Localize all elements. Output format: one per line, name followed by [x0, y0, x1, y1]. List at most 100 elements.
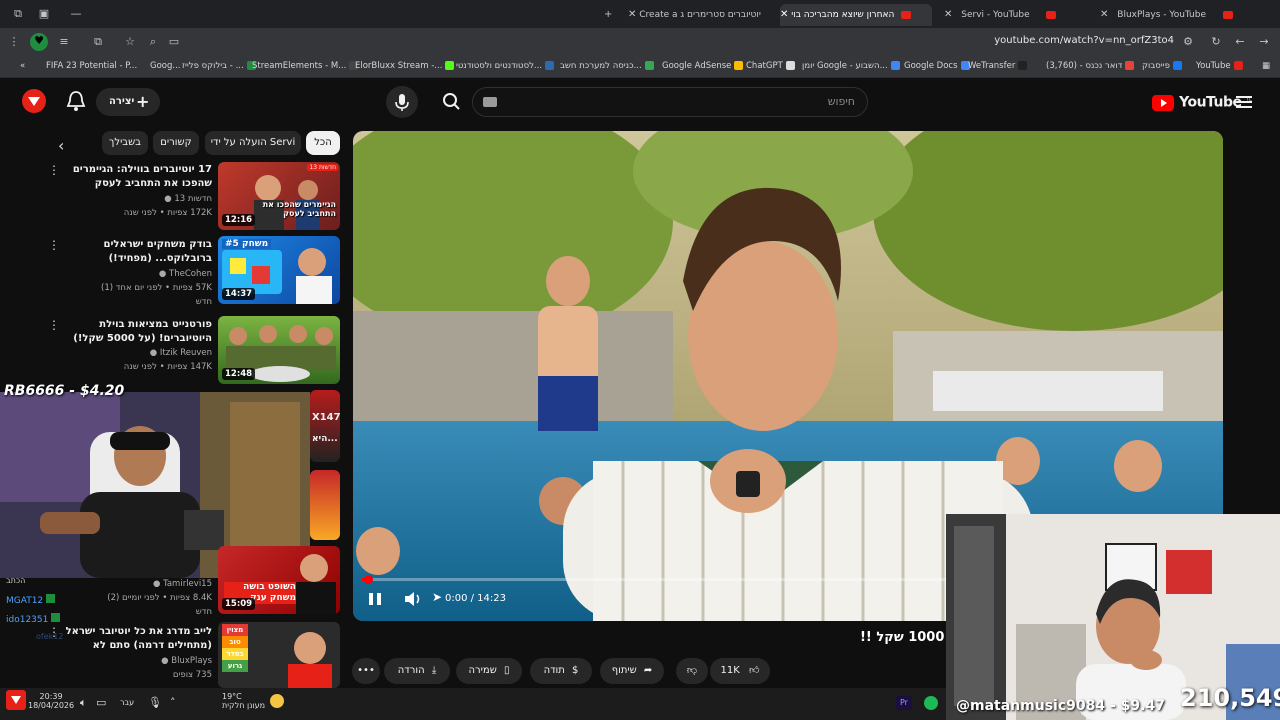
extensions-icon[interactable]: ⧉: [90, 34, 106, 50]
hamburger-menu-icon[interactable]: [1236, 94, 1252, 113]
keyboard-icon[interactable]: [483, 97, 497, 107]
more-options-icon[interactable]: ⋮: [48, 318, 60, 332]
bookmark-item[interactable]: ElorBluxx Stream -...: [355, 61, 455, 71]
notifications-bell-icon[interactable]: [66, 90, 86, 116]
chip-uploaded-by[interactable]: הועלה על ידי Servi: [205, 131, 301, 155]
channel-name[interactable]: חדשות 13 ●: [64, 194, 212, 204]
clock[interactable]: 20:39 18/04/2026: [28, 692, 74, 710]
mouse-cursor-icon: ➤: [432, 590, 443, 604]
forward-icon[interactable]: →: [1256, 34, 1272, 50]
progress-bar[interactable]: [362, 575, 948, 584]
app-icon[interactable]: [6, 690, 26, 710]
window-menu-icon[interactable]: ⧉: [10, 6, 26, 22]
video-title[interactable]: 17 יוטיוברים בווילה: הגיימרים שהפכו את ה…: [64, 163, 212, 191]
browser-tab[interactable]: ✕ BluxPlays - YouTube: [1100, 4, 1260, 26]
bookmark-item[interactable]: Goog...: [150, 61, 181, 71]
bookmark-item[interactable]: StreamElements - M...: [252, 61, 359, 71]
minimize-icon[interactable]: —: [68, 6, 84, 22]
more-actions-button[interactable]: •••: [352, 658, 380, 684]
back-icon[interactable]: ←: [1232, 34, 1248, 50]
video-title[interactable]: בודק משחקים ישראלים ברובלוקס... (מפחיד!): [64, 238, 212, 266]
bookmark-item[interactable]: FIFA 23 Potential - P...: [46, 61, 137, 71]
site-settings-icon[interactable]: ⚙: [1180, 34, 1196, 50]
network-icon[interactable]: ▭: [96, 696, 106, 709]
more-options-icon[interactable]: ⋮: [48, 238, 60, 252]
bookmark-item[interactable]: בילוקס פלייז - ...: [182, 61, 256, 71]
zoom-icon[interactable]: ⌕: [145, 34, 161, 50]
reload-icon[interactable]: ↻: [1208, 34, 1224, 50]
chip-related[interactable]: קשורים: [153, 131, 199, 155]
bookmark-icon: [644, 61, 654, 70]
new-tab-icon[interactable]: +: [604, 4, 612, 26]
bookmark-item[interactable]: YouTube: [1196, 61, 1243, 71]
speaker-icon[interactable]: 🔈︎: [80, 696, 87, 710]
video-meta: 8.4K צפיות • לפני יומיים (2): [107, 593, 212, 603]
more-options-icon[interactable]: ⋮: [48, 163, 60, 177]
media-icon[interactable]: ≡: [56, 34, 72, 50]
video-thumbnail-partial[interactable]: X147 היא...: [310, 390, 340, 462]
video-thumbnail[interactable]: מצוין טוב בסדר גרוע: [218, 622, 340, 688]
bookmark-item[interactable]: Google AdSense: [662, 61, 744, 71]
video-thumbnail[interactable]: חדשות 13 הגיימרים שהפכו את התחביב לעסק 1…: [218, 162, 340, 230]
video-title[interactable]: לייב מדרג את כל יוטיובר ישראל (מתחילים ד…: [64, 625, 212, 653]
channel-name[interactable]: Tamirlevi15 ●: [64, 579, 212, 589]
microphone-icon[interactable]: 🎙︎: [148, 696, 162, 709]
menu-dots-icon[interactable]: ⋮: [6, 34, 22, 50]
save-button[interactable]: שמירה ▯: [456, 658, 522, 684]
bookmarks-more-icon[interactable]: ▦: [1262, 61, 1270, 71]
search-button[interactable]: [436, 86, 468, 118]
bookmark-item[interactable]: WeTransfer: [968, 61, 1028, 71]
bookmark-item[interactable]: כניסה למערכת חשב...: [560, 61, 654, 71]
more-options-icon[interactable]: ⋮: [48, 625, 60, 639]
chip-all[interactable]: הכל: [306, 131, 340, 155]
browser-tab[interactable]: ✕ Servi - YouTube: [944, 4, 1094, 26]
chip-scroll-left-icon[interactable]: ‹: [58, 136, 64, 155]
bookmark-item[interactable]: Google Docs: [904, 61, 970, 71]
bookmark-item[interactable]: פייסבוק: [1142, 61, 1182, 71]
download-button[interactable]: הורדה ⤓: [384, 658, 450, 684]
channel-name[interactable]: Itzik Reuven ●: [64, 348, 212, 358]
dislike-button[interactable]: 👎︎: [676, 658, 708, 684]
tab-close-icon[interactable]: ✕: [780, 9, 788, 20]
volume-button[interactable]: [403, 590, 423, 612]
bookmark-item[interactable]: יומן Google - השבוע...: [802, 61, 900, 71]
bookmark-item[interactable]: לסטודנטים ולסטודנטי...: [456, 61, 555, 71]
video-thumbnail-partial[interactable]: [310, 470, 340, 540]
url-field[interactable]: youtube.com/watch?v=nn_orfZ3to4: [994, 35, 1174, 46]
bookmark-star-icon[interactable]: ☆: [122, 34, 138, 50]
video-thumbnail[interactable]: 12:48: [218, 316, 340, 384]
spotify-app-icon[interactable]: [924, 696, 938, 710]
tab-close-icon[interactable]: ✕: [1100, 9, 1108, 20]
video-thumbnail[interactable]: משחק #5 14:37: [218, 236, 340, 304]
tab-close-icon[interactable]: ✕: [944, 9, 952, 20]
chip-for-you[interactable]: בשבילך: [102, 131, 148, 155]
browser-tab[interactable]: ✕ Create a יוטיוברים סטרימרים ג: [628, 4, 776, 26]
video-title[interactable]: פורטנייט במציאות בוילת היוטיוברים! (על 5…: [64, 318, 212, 346]
create-button[interactable]: יצירה +: [96, 88, 160, 116]
cast-icon[interactable]: ▭: [166, 34, 182, 50]
pause-button[interactable]: [366, 590, 384, 612]
extension-icon[interactable]: ♥: [30, 33, 48, 51]
video-thumbnail[interactable]: השופט בושה משחק ענק 15:09: [218, 546, 340, 614]
channel-name[interactable]: TheCohen ●: [64, 269, 212, 279]
tab-close-icon[interactable]: ✕: [628, 9, 636, 20]
tab-search-icon[interactable]: ▣: [36, 6, 52, 22]
bookmark-item[interactable]: ChatGPT: [746, 61, 795, 71]
browser-tab-active[interactable]: ✕ האחרון שיוצא מהבריכה בוי: [780, 4, 932, 26]
avatar[interactable]: [22, 89, 46, 113]
search-input[interactable]: חיפוש: [472, 87, 868, 117]
youtube-favicon-icon: [901, 10, 912, 19]
kick-icon: [445, 61, 455, 70]
premiere-app-icon[interactable]: Pr: [896, 696, 912, 710]
channel-name[interactable]: BluxPlays ●: [64, 656, 212, 666]
language-indicator[interactable]: עבר: [120, 698, 134, 707]
weather-widget[interactable]: 19°C מעונן חלקית: [222, 692, 265, 710]
voice-search-button[interactable]: [386, 86, 418, 118]
share-button[interactable]: שיתוף ➦: [600, 658, 664, 684]
thanks-button[interactable]: תודה $: [530, 658, 592, 684]
tray-chevron-icon[interactable]: ˄: [170, 696, 176, 709]
progress-handle[interactable]: [363, 575, 373, 584]
bookmark-item[interactable]: (3,760) - דואר נכנס: [1046, 61, 1135, 71]
bookmarks-overflow-icon[interactable]: «: [20, 61, 25, 71]
like-button[interactable]: 11K 👍︎: [710, 658, 770, 684]
